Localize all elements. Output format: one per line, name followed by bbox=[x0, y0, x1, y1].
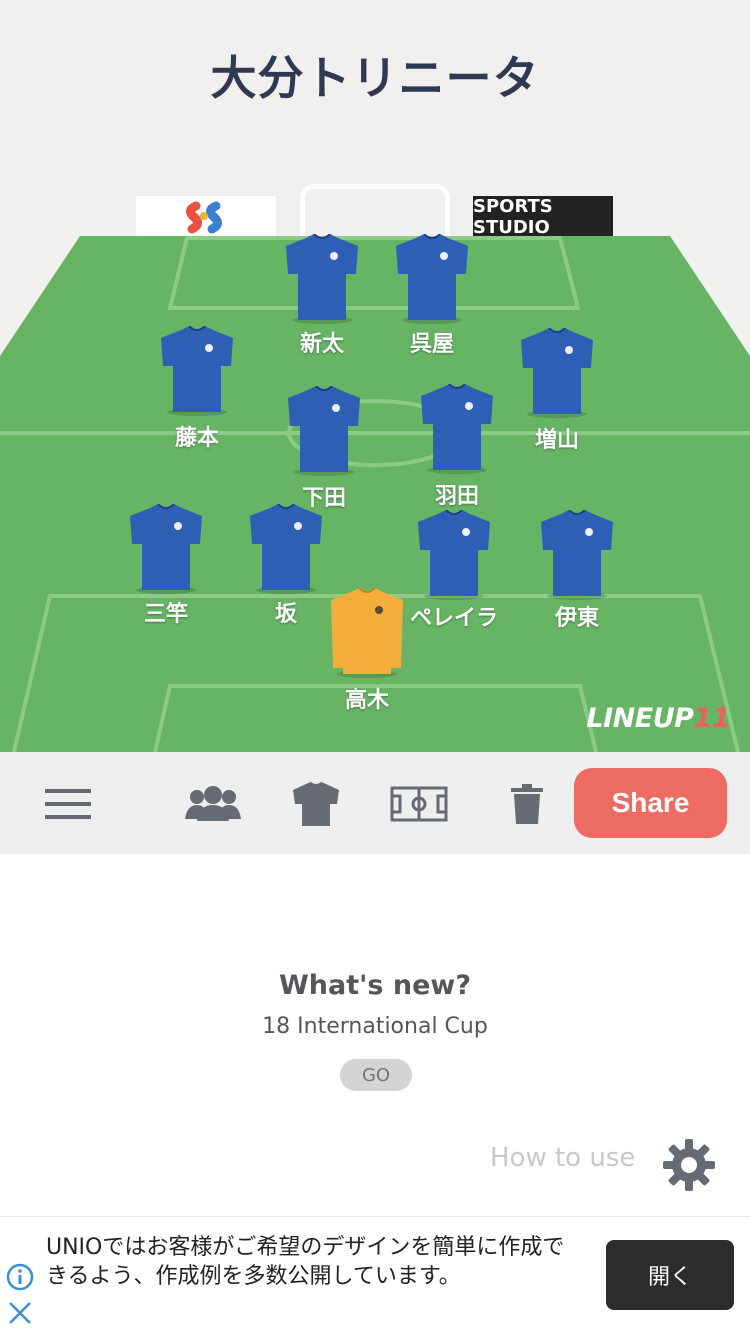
lineup-logo-text: LINEUP bbox=[586, 703, 694, 734]
ad-open-button[interactable]: 開く bbox=[606, 1240, 734, 1310]
player-name: 呉屋 bbox=[409, 332, 454, 357]
ad-text: UNIOではお客様がご希望のデザインを簡単に作成できるよう、作成例を多数公開して… bbox=[46, 1235, 565, 1289]
player-name: 藤本 bbox=[174, 426, 219, 451]
keeper-jersey-icon bbox=[331, 588, 403, 678]
jersey-icon bbox=[286, 234, 358, 324]
player-name: 伊東 bbox=[554, 606, 599, 631]
menu-icon[interactable] bbox=[44, 778, 92, 830]
player-1[interactable]: 新太 bbox=[262, 234, 382, 357]
sponsor-logo-left bbox=[136, 196, 276, 238]
lineup-logo-number: 11 bbox=[693, 703, 730, 734]
player-name: 高木 bbox=[344, 688, 389, 713]
pitch-icon[interactable] bbox=[390, 778, 448, 830]
jersey-icon bbox=[161, 326, 233, 416]
jersey-icon bbox=[521, 328, 593, 418]
jersey-icon bbox=[288, 386, 360, 476]
player-goalkeeper[interactable]: 高木 bbox=[307, 588, 427, 713]
close-icon[interactable] bbox=[8, 1301, 32, 1329]
ad-banner[interactable]: UNIOではお客様がご希望のデザインを簡単に作成できるよう、作成例を多数公開して… bbox=[0, 1216, 750, 1334]
players-icon[interactable] bbox=[182, 778, 244, 830]
jersey-icon bbox=[418, 510, 490, 600]
player-7[interactable]: 三竿 bbox=[106, 504, 226, 627]
team-title[interactable]: 大分トリニータ bbox=[0, 42, 750, 108]
player-name: 新太 bbox=[299, 332, 344, 357]
share-button[interactable]: Share bbox=[574, 768, 727, 838]
jersey-icon bbox=[396, 234, 468, 324]
jersey-icon bbox=[130, 504, 202, 594]
player-3[interactable]: 藤本 bbox=[137, 326, 257, 451]
ss-logo-icon bbox=[186, 201, 222, 234]
player-name: 三竿 bbox=[143, 602, 188, 627]
info-icon[interactable] bbox=[6, 1263, 34, 1295]
jersey-icon bbox=[541, 510, 613, 600]
jersey-icon bbox=[421, 384, 493, 474]
jersey-icon bbox=[250, 504, 322, 594]
player-6[interactable]: 羽田 bbox=[397, 384, 517, 509]
player-8[interactable]: 坂 bbox=[226, 504, 346, 627]
player-10[interactable]: 伊東 bbox=[517, 510, 637, 631]
how-to-use-link[interactable]: How to use bbox=[490, 1143, 635, 1173]
trash-icon[interactable] bbox=[510, 778, 544, 830]
player-name: 羽田 bbox=[434, 484, 479, 509]
gear-icon[interactable] bbox=[662, 1138, 716, 1196]
go-button[interactable]: GO bbox=[340, 1059, 412, 1091]
lineup11-logo: LINEUP11 bbox=[586, 703, 730, 734]
sponsor-logo-right: SPORTS STUDIO bbox=[473, 196, 613, 238]
player-9[interactable]: ペレイラ bbox=[394, 510, 514, 631]
news-title: What's new? bbox=[278, 970, 471, 1001]
player-5[interactable]: 下田 bbox=[264, 386, 384, 511]
player-2[interactable]: 呉屋 bbox=[372, 234, 492, 357]
kit-icon[interactable] bbox=[292, 778, 340, 830]
news-subtitle: 18 International Cup bbox=[262, 1014, 488, 1039]
